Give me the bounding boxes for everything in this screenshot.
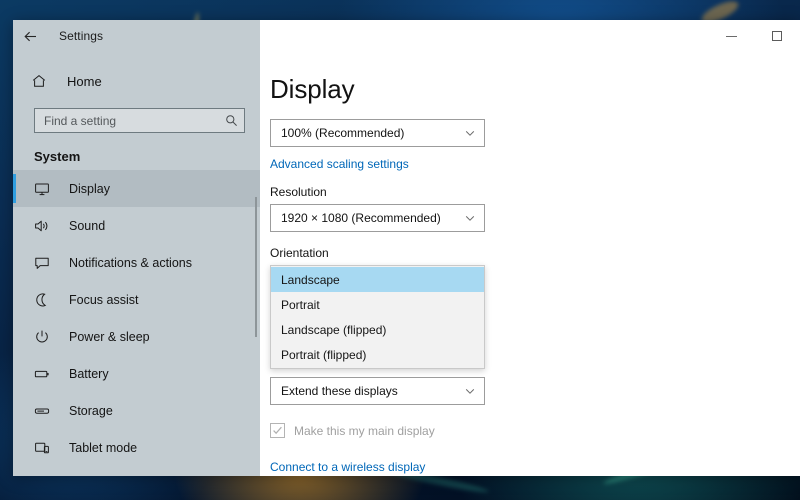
scale-dropdown-value: 100% (Recommended): [281, 126, 464, 140]
sidebar-nav-list: Display Sound: [13, 168, 260, 466]
orientation-option-landscape-flipped[interactable]: Landscape (flipped): [271, 317, 484, 342]
title-bar-left: Settings: [13, 20, 260, 52]
main-display-checkbox[interactable]: [270, 423, 285, 438]
back-arrow-icon: [23, 29, 38, 44]
search-icon[interactable]: [225, 114, 238, 127]
sidebar-item-label: Tablet mode: [69, 441, 137, 455]
title-bar: Settings: [13, 20, 800, 52]
orientation-option-landscape[interactable]: Landscape: [271, 267, 484, 292]
search-input[interactable]: [44, 114, 225, 128]
settings-window: Settings: [13, 20, 800, 476]
orientation-option-label: Portrait: [281, 298, 320, 312]
sidebar-item-label: Notifications & actions: [69, 256, 192, 270]
wireless-display-link[interactable]: Connect to a wireless display: [270, 460, 800, 474]
multiple-displays-dropdown-value: Extend these displays: [281, 384, 464, 398]
multiple-displays-dropdown[interactable]: Extend these displays: [270, 377, 485, 405]
orientation-option-label: Landscape (flipped): [281, 323, 386, 337]
title-bar-right: [260, 20, 800, 52]
home-icon: [31, 73, 53, 89]
maximize-button[interactable]: [754, 20, 800, 52]
chat-bubble-icon: [34, 255, 56, 271]
sidebar-item-label: Display: [69, 182, 110, 196]
sidebar-item-home[interactable]: Home: [13, 64, 260, 98]
sidebar-item-label: Focus assist: [69, 293, 138, 307]
main-display-checkbox-label: Make this my main display: [294, 424, 435, 438]
window-title: Settings: [59, 29, 103, 43]
sidebar-item-label: Sound: [69, 219, 105, 233]
sidebar: Home System: [13, 52, 260, 476]
sidebar-item-label: Storage: [69, 404, 113, 418]
sidebar-home-label: Home: [67, 74, 102, 89]
desktop-wallpaper: Settings: [0, 0, 800, 500]
chevron-down-icon: [464, 127, 476, 139]
battery-icon: [34, 366, 56, 382]
sidebar-item-battery[interactable]: Battery: [13, 355, 260, 392]
orientation-option-portrait[interactable]: Portrait: [271, 292, 484, 317]
sidebar-item-notifications[interactable]: Notifications & actions: [13, 244, 260, 281]
sidebar-item-tablet-mode[interactable]: Tablet mode: [13, 429, 260, 466]
orientation-label: Orientation: [270, 246, 800, 260]
orientation-option-label: Portrait (flipped): [281, 348, 366, 362]
monitor-icon: [34, 181, 56, 197]
main-content: Display 100% (Recommended) Advanced scal…: [260, 52, 800, 476]
sidebar-item-focus-assist[interactable]: Focus assist: [13, 281, 260, 318]
minimize-icon: [726, 36, 737, 37]
minimize-button[interactable]: [708, 20, 754, 52]
resolution-dropdown[interactable]: 1920 × 1080 (Recommended): [270, 204, 485, 232]
speaker-icon: [34, 218, 56, 234]
power-icon: [34, 329, 56, 345]
sidebar-item-label: Battery: [69, 367, 109, 381]
moon-icon: [34, 292, 56, 308]
scale-dropdown[interactable]: 100% (Recommended): [270, 119, 485, 147]
back-button[interactable]: [13, 20, 47, 52]
sidebar-item-sound[interactable]: Sound: [13, 207, 260, 244]
sidebar-section-title: System: [13, 133, 260, 168]
chevron-down-icon: [464, 385, 476, 397]
sidebar-scrollbar[interactable]: [255, 197, 257, 337]
orientation-dropdown-list[interactable]: Landscape Portrait Landscape (flipped) P…: [270, 265, 485, 369]
maximize-icon: [772, 31, 782, 41]
resolution-dropdown-value: 1920 × 1080 (Recommended): [281, 211, 464, 225]
checkmark-icon: [272, 425, 283, 436]
page-title: Display: [270, 74, 800, 105]
chevron-down-icon: [464, 212, 476, 224]
orientation-option-portrait-flipped[interactable]: Portrait (flipped): [271, 342, 484, 367]
sidebar-item-power-sleep[interactable]: Power & sleep: [13, 318, 260, 355]
main-display-checkbox-row[interactable]: Make this my main display: [270, 423, 800, 438]
window-body: Home System: [13, 52, 800, 476]
advanced-scaling-settings-link[interactable]: Advanced scaling settings: [270, 157, 800, 171]
orientation-option-label: Landscape: [281, 273, 340, 287]
sidebar-item-display[interactable]: Display: [13, 170, 260, 207]
resolution-label: Resolution: [270, 185, 800, 199]
search-box[interactable]: [34, 108, 245, 133]
drive-icon: [34, 403, 56, 419]
sidebar-item-label: Power & sleep: [69, 330, 150, 344]
sidebar-item-storage[interactable]: Storage: [13, 392, 260, 429]
tablet-icon: [34, 440, 56, 456]
